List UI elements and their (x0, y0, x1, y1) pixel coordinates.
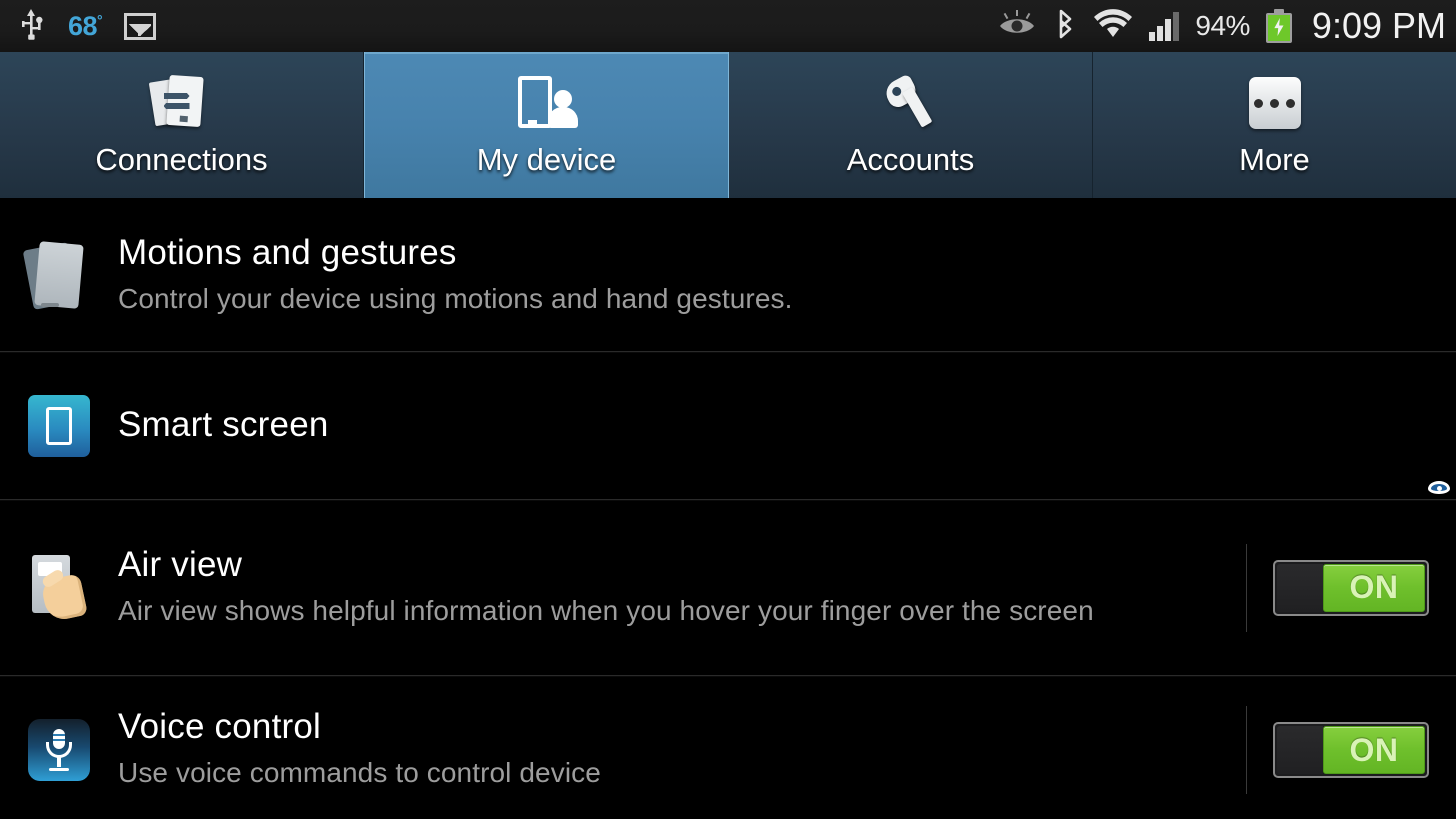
more-dots-icon (1248, 72, 1301, 134)
wifi-icon (1093, 8, 1133, 44)
settings-list: Motions and gestures Control your device… (0, 200, 1456, 819)
android-settings-screen: 68° 94% 9:09 PM Connections My device Ac… (0, 0, 1456, 819)
motions-and-gestures-icon (0, 240, 118, 310)
tab-more-label: More (1239, 142, 1310, 177)
tab-connections[interactable]: Connections (0, 52, 364, 198)
voice-control-toggle[interactable]: ON (1273, 722, 1429, 778)
list-item-description: Control your device using motions and ha… (118, 282, 793, 314)
list-item-description: Use voice commands to control device (118, 757, 601, 789)
tab-my-device[interactable]: My device (364, 52, 729, 198)
status-bar: 68° 94% 9:09 PM (0, 0, 1456, 52)
smart-stay-eye-icon (997, 9, 1037, 43)
image-icon (124, 12, 157, 40)
tab-accounts[interactable]: Accounts (729, 52, 1093, 198)
tab-more[interactable]: More (1093, 52, 1456, 198)
voice-control-icon (0, 719, 118, 781)
battery-percent: 94% (1195, 10, 1250, 41)
air-view-toggle-area: ON (1246, 500, 1456, 675)
settings-tab-bar: Connections My device Accounts More (0, 52, 1456, 200)
my-device-icon (516, 72, 578, 134)
accounts-key-icon (881, 72, 940, 134)
list-item-title: Air view (118, 544, 243, 584)
voice-control-toggle-area: ON (1246, 676, 1456, 819)
list-item-description: Air view shows helpful information when … (118, 594, 1094, 626)
tab-my-device-label: My device (476, 142, 617, 177)
list-item-smart-screen[interactable]: Smart screen (0, 352, 1456, 500)
list-item-motions-and-gestures[interactable]: Motions and gestures Control your device… (0, 200, 1456, 352)
smart-screen-icon (0, 394, 1450, 494)
tab-accounts-label: Accounts (846, 142, 975, 177)
tab-connections-label: Connections (95, 142, 268, 177)
list-item-text: Voice control Use voice commands to cont… (118, 707, 1246, 793)
list-item-text: Motions and gestures Control your device… (118, 233, 1456, 319)
list-item-title: Voice control (118, 707, 321, 746)
usb-icon (18, 7, 46, 46)
list-item-text: Air view Air view shows helpful informat… (118, 545, 1246, 631)
list-item-title: Motions and gestures (118, 232, 457, 272)
cellular-signal-icon (1149, 11, 1180, 41)
list-item-air-view[interactable]: Air view Air view shows helpful informat… (0, 500, 1456, 676)
air-view-toggle[interactable]: ON (1273, 559, 1429, 616)
connections-icon (148, 72, 212, 134)
status-bar-right: 94% 9:09 PM (997, 5, 1456, 47)
list-item-title: Smart screen (118, 405, 329, 445)
air-view-icon (0, 554, 118, 623)
list-item-text: Smart screen (118, 405, 1456, 445)
battery-charging-icon (1265, 9, 1292, 43)
status-bar-left: 68° (0, 7, 157, 46)
temperature-indicator: 68° (68, 10, 103, 41)
clock: 9:09 PM (1311, 5, 1446, 46)
list-item-voice-control[interactable]: Voice control Use voice commands to cont… (0, 676, 1456, 819)
toggle-label: ON (1349, 731, 1399, 768)
bluetooth-icon (1053, 7, 1077, 46)
toggle-label: ON (1349, 569, 1399, 605)
